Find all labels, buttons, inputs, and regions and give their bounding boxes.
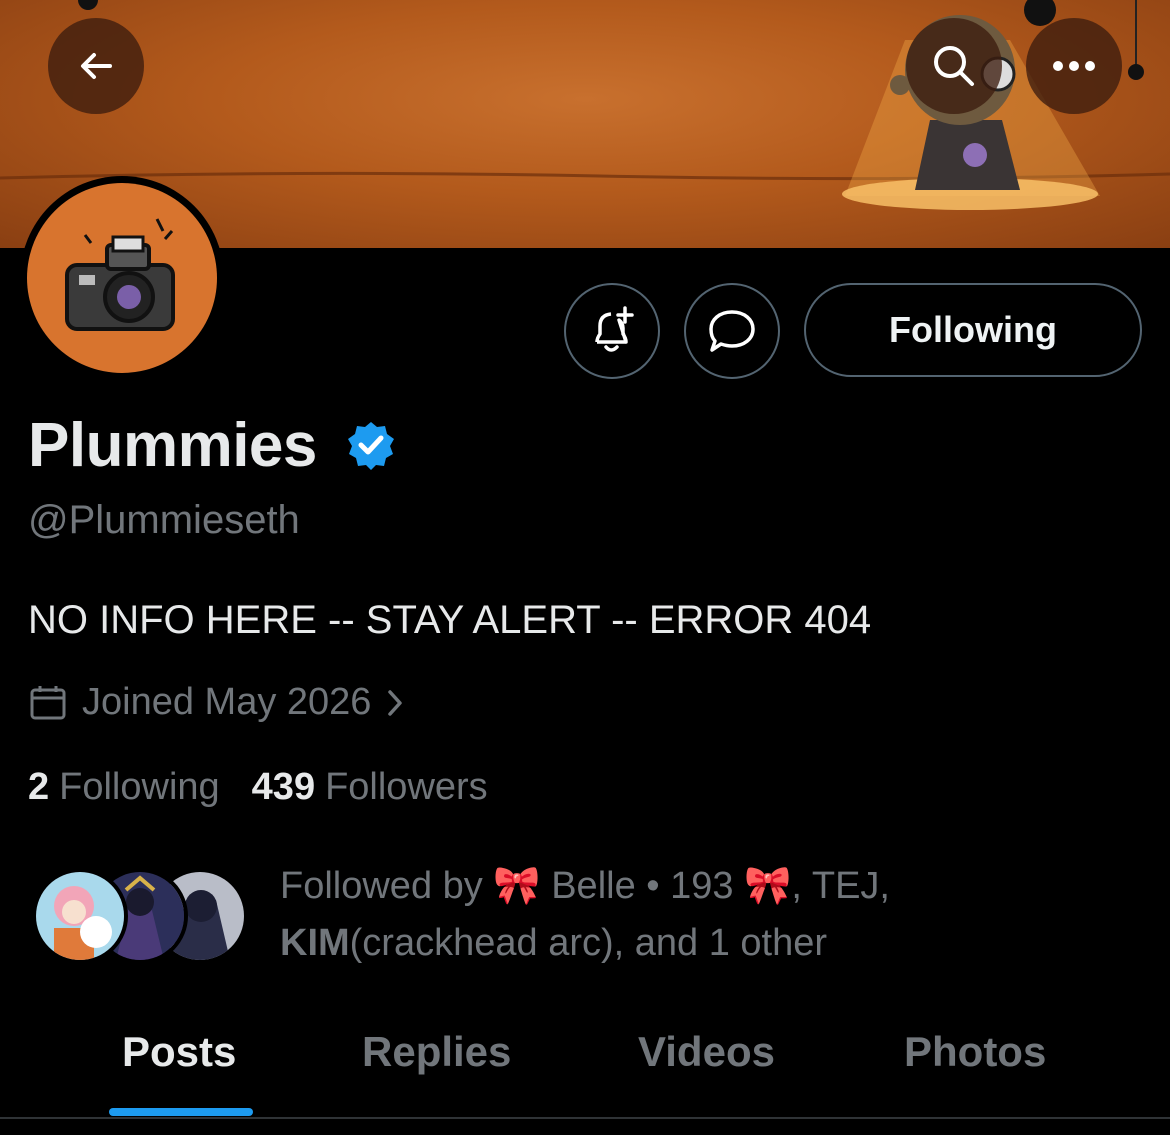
search-button[interactable] [906,18,1002,114]
following-label: Following [59,766,220,808]
following-stat[interactable]: 2 Following [28,766,220,809]
more-horizontal-icon [1053,61,1095,71]
active-tab-indicator [109,1108,253,1116]
follower-separator: , TEJ, [791,865,890,907]
joined-date-row[interactable]: Joined May 2026 [28,681,405,724]
follower-avatar[interactable] [32,868,128,964]
camera-icon [65,218,175,331]
tab-posts[interactable]: Posts [122,1028,236,1076]
tab-photos[interactable]: Photos [904,1028,1046,1076]
ribbon-emoji: 🎀 [744,865,792,907]
arrow-left-icon [81,53,112,79]
follower-avatar-image [36,872,124,960]
more-button[interactable] [1026,18,1122,114]
bio: NO INFO HERE -- STAY ALERT -- ERROR 404 [28,598,872,642]
followers-count: 439 [251,766,316,808]
following-count: 2 [28,766,50,808]
followers-stat[interactable]: 439 Followers [252,766,488,809]
profile-avatar[interactable] [20,176,224,380]
avatar-image [27,183,217,373]
bell-plus-icon [595,306,634,352]
chevron-right-icon [388,689,403,716]
followed-by-text[interactable]: Followed by 🎀 Belle • 193 🎀, TEJ, KIM(cra… [280,858,1020,972]
following-button[interactable]: Following [804,283,1142,377]
message-icon [709,310,755,352]
followed-by-prefix: Followed by [280,865,494,907]
display-name: Plummies [28,411,317,480]
search-icon [934,46,974,86]
tabs-divider [0,1117,1170,1119]
tab-replies[interactable]: Replies [362,1028,511,1076]
handle: @Plummieseth [28,498,300,542]
profile-tabs: Posts Replies Videos Photos [0,1000,1170,1118]
ribbon-emoji: 🎀 [493,865,541,907]
followers-label: Followers [325,766,488,808]
back-button[interactable] [48,18,144,114]
joined-date: Joined May 2026 [82,681,372,723]
follow-stats: 2 Following 439 Followers [28,766,488,809]
tab-videos[interactable]: Videos [638,1028,775,1076]
message-button[interactable] [684,283,780,379]
follower-name-suffix: (crackhead arc), and 1 other [349,922,828,964]
follower-name: Belle • 193 [540,865,745,907]
notifications-button[interactable] [564,283,660,379]
follower-name: KIM [280,922,350,964]
calendar-icon [30,685,66,719]
verified-badge-icon[interactable] [346,420,396,470]
